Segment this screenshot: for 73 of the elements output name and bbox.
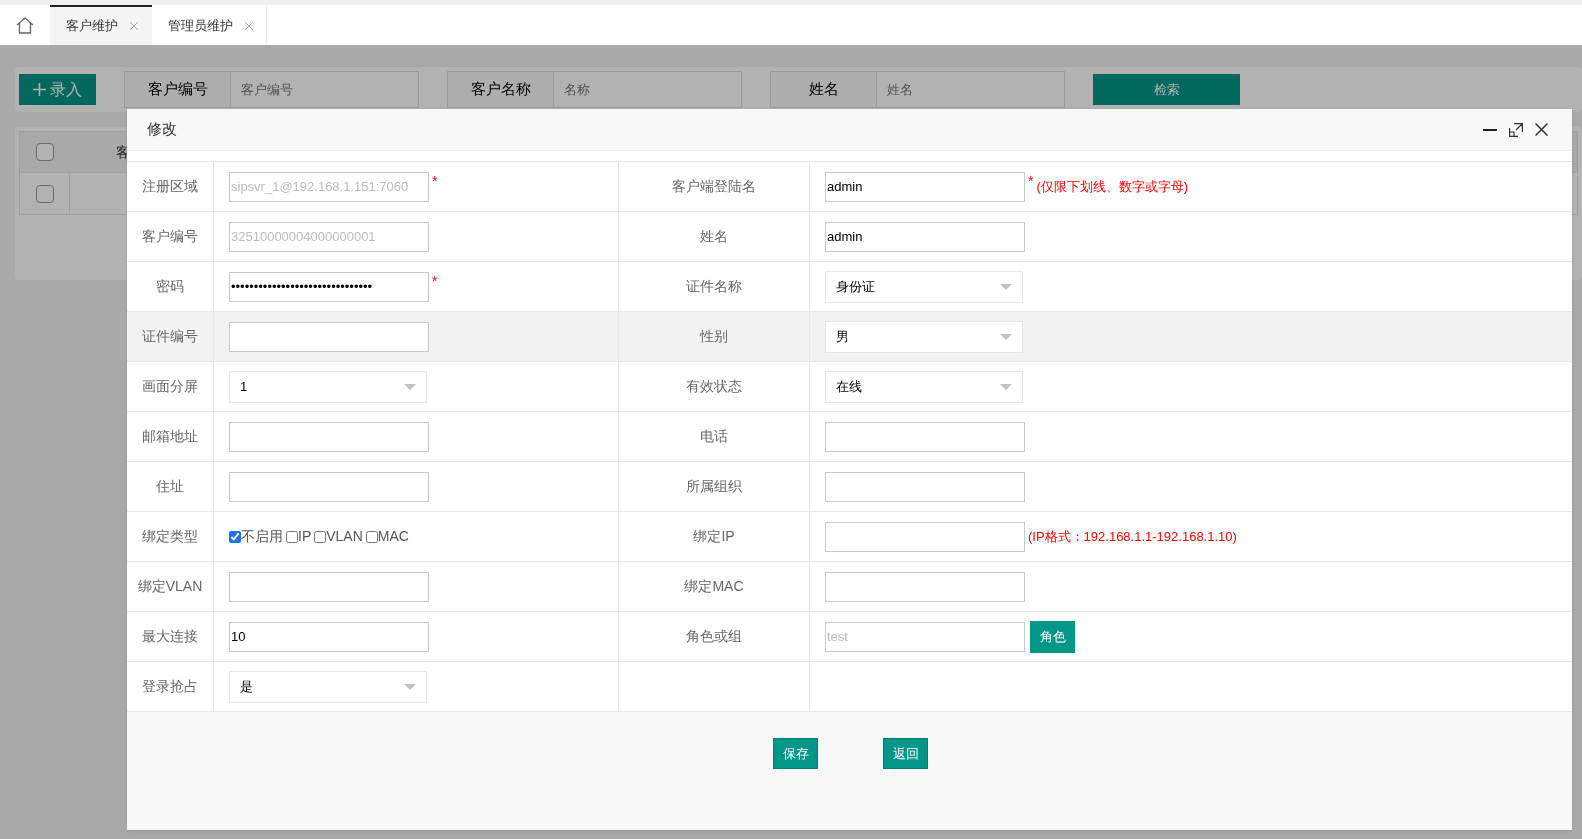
field-label: 证件编号	[142, 327, 198, 346]
dialog-title: 修改	[147, 119, 177, 140]
dialog-button[interactable]: 返回	[883, 738, 928, 769]
field-label: 证件名称	[686, 277, 742, 296]
select-field[interactable]: 是	[229, 670, 427, 703]
field-label: 登录抢占	[142, 677, 198, 696]
field-label: 客户编号	[142, 227, 198, 246]
field-label: 注册区域	[142, 177, 198, 196]
search-label: 客户名称	[447, 71, 554, 108]
plus-icon	[33, 83, 46, 96]
dropdown-arrow-icon	[1000, 333, 1012, 340]
field-label: 绑定类型	[142, 527, 198, 546]
input-field[interactable]	[229, 571, 429, 602]
required-mark: *	[1028, 174, 1034, 188]
required-mark: *	[432, 174, 438, 188]
field-label: 住址	[156, 477, 184, 496]
input-field[interactable]	[229, 471, 429, 502]
checkbox[interactable]	[229, 530, 241, 543]
checkbox[interactable]	[365, 530, 378, 543]
checkbox-label: MAC	[377, 527, 409, 546]
dropdown-arrow-icon	[1000, 383, 1012, 390]
hint-text: (IP格式：192.168.1.1-192.168.1.10)	[1028, 527, 1237, 546]
checkbox-label: IP	[298, 527, 312, 546]
tab[interactable]: 客户维护	[50, 5, 152, 45]
dropdown-arrow-icon	[1000, 283, 1012, 290]
field-label: 有效状态	[686, 377, 742, 396]
select-field[interactable]: 男	[825, 320, 1023, 353]
input-field[interactable]	[229, 421, 429, 452]
field-label: 角色或组	[686, 627, 742, 646]
field-label: 最大连接	[142, 627, 198, 646]
field-label: 绑定IP	[693, 527, 735, 546]
home-icon[interactable]	[16, 16, 34, 34]
field-label: 姓名	[700, 227, 728, 246]
input-field[interactable]	[825, 421, 1025, 452]
input-field[interactable]: •••••••••••••••••••••••••••••••	[229, 271, 429, 302]
search-field[interactable]: 名称	[554, 71, 742, 108]
input-field[interactable]: admin	[825, 221, 1025, 252]
maximize-icon[interactable]	[1509, 122, 1523, 137]
field-label: 所属组织	[686, 477, 742, 496]
input-field[interactable]	[825, 521, 1025, 552]
input-field[interactable]: 10	[229, 621, 429, 652]
select-field[interactable]: 在线	[825, 370, 1023, 403]
input-field[interactable]	[825, 471, 1025, 502]
search-label: 姓名	[770, 71, 877, 108]
field-label: 画面分屏	[142, 377, 198, 396]
dropdown-arrow-icon	[404, 383, 416, 390]
input-field[interactable]: admin	[825, 171, 1025, 202]
search-field[interactable]: 姓名	[877, 71, 1065, 108]
close-icon[interactable]	[1535, 123, 1548, 136]
required-mark: *	[432, 274, 438, 288]
minimize-icon[interactable]	[1483, 128, 1497, 131]
field-label: 密码	[156, 277, 184, 296]
search-label: 客户编号	[124, 71, 231, 108]
dialog-button[interactable]: 保存	[773, 738, 818, 769]
checkbox[interactable]	[314, 530, 327, 543]
checkbox-label: 不启用	[241, 527, 283, 546]
search-field[interactable]: 客户编号	[231, 71, 419, 108]
select-field[interactable]: 1	[229, 370, 427, 403]
field-label: 邮箱地址	[142, 427, 198, 446]
field-label: 电话	[700, 427, 728, 446]
checkbox[interactable]	[36, 143, 54, 161]
input-field[interactable]	[229, 321, 429, 352]
select-field[interactable]: 身份证	[825, 270, 1023, 303]
field-label: 性别	[700, 327, 728, 346]
field-label: 客户端登陆名	[672, 177, 756, 196]
checkbox-label: VLAN	[326, 527, 363, 546]
input-field[interactable]	[825, 571, 1025, 602]
checkbox[interactable]	[286, 530, 298, 543]
dropdown-arrow-icon	[404, 683, 416, 690]
checkbox[interactable]	[35, 184, 54, 203]
field-label: 绑定VLAN	[137, 577, 203, 596]
field-label: 绑定MAC	[684, 577, 744, 596]
hint-text: (仅限下划线、数字或字母)	[1036, 177, 1189, 196]
